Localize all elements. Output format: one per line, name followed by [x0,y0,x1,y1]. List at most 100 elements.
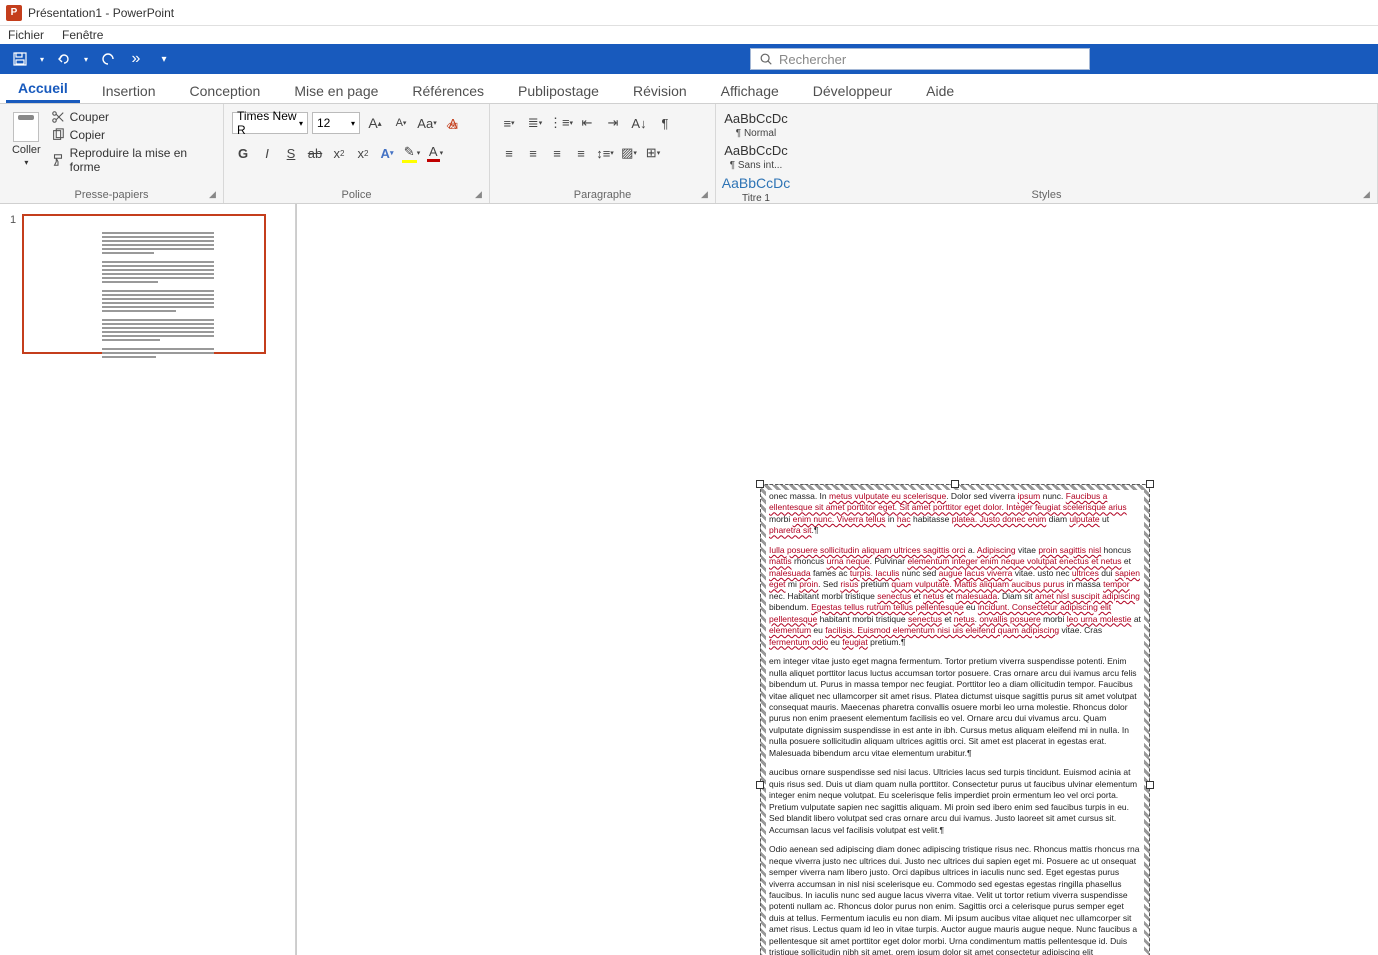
align-left-icon[interactable]: ≡ [498,142,520,164]
tab-references[interactable]: Références [400,77,496,103]
style-sansint[interactable]: AaBbCcDc¶ Sans int... [724,142,788,172]
align-right-icon[interactable]: ≡ [546,142,568,164]
slide-thumbnail-1[interactable]: 1 [10,214,285,354]
tab-publipostage[interactable]: Publipostage [506,77,611,103]
italic-button[interactable]: I [256,142,278,164]
quick-access-toolbar: ▾ ▾ » ▾ Rechercher [0,44,1378,74]
app-icon: P [6,5,22,21]
change-case-icon[interactable]: Aa▾ [416,112,438,134]
group-styles: AaBbCcDc¶ NormalAaBbCcDc¶ Sans int...AaB… [716,104,1378,203]
search-icon [759,52,773,66]
paragraph-1: onec massa. In metus vulputate eu sceler… [769,491,1141,537]
tab-miseenpage[interactable]: Mise en page [282,77,390,103]
borders-icon[interactable]: ⊞▾ [642,142,664,164]
workspace: 1 onec massa. In metus vulputate eu scel… [0,204,1378,955]
shading-icon[interactable]: ▨▾ [618,142,640,164]
thumbnail-panel: 1 [0,204,296,955]
tab-developpeur[interactable]: Développeur [801,77,904,103]
menu-file[interactable]: Fichier [8,28,44,42]
resize-handle-icon[interactable] [1146,781,1154,789]
paragraph-5: Odio aenean sed adipiscing diam donec ad… [769,844,1141,955]
clipboard-icon [13,112,39,142]
customize-qat-icon[interactable]: ▾ [152,47,176,71]
title-bar: P Présentation1 - PowerPoint [0,0,1378,26]
tab-affichage[interactable]: Affichage [709,77,791,103]
tab-aide[interactable]: Aide [914,77,966,103]
decrease-font-icon[interactable]: A▾ [390,112,412,134]
chevron-down-icon: ▾ [299,119,303,128]
group-label-font: Police [224,189,489,201]
group-paragraph: ≡▾ ≣▾ ⋮≡▾ ⇤ ⇥ A↓ ¶ ≡ ≡ ≡ ≡ ↕≡▾ ▨▾ ⊞▾ Par… [490,104,716,203]
slide-area[interactable]: onec massa. In metus vulputate eu sceler… [296,204,1378,955]
style-normal[interactable]: AaBbCcDc¶ Normal [724,110,788,140]
resize-handle-icon[interactable] [1146,480,1154,488]
strikethrough-button[interactable]: ab [304,142,326,164]
group-label-paragraph: Paragraphe [490,189,715,201]
multilevel-icon[interactable]: ⋮≡▾ [550,112,572,134]
highlight-icon[interactable]: ✎▾ [400,142,422,164]
font-name-combo[interactable]: Times New R▾ [232,112,308,134]
align-justify-icon[interactable]: ≡ [570,142,592,164]
font-color-icon[interactable]: A▾ [424,142,446,164]
group-label-styles: Styles [716,189,1377,201]
paragraph-launcher-icon[interactable]: ◢ [701,189,711,199]
save-icon[interactable] [8,47,32,71]
sort-icon[interactable]: A↓ [628,112,650,134]
group-clipboard: Coller ▾ Couper Copier Reproduire la mis… [0,104,224,203]
paragraph-3: em integer vitae justo eget magna fermen… [769,656,1141,759]
bold-button[interactable]: G [232,142,254,164]
tab-insertion[interactable]: Insertion [90,77,168,103]
clear-formatting-icon[interactable]: A⌫ [442,112,464,134]
cut-button[interactable]: Couper [51,110,215,124]
text-content[interactable]: onec massa. In metus vulputate eu sceler… [766,490,1144,955]
text-box[interactable]: onec massa. In metus vulputate eu sceler… [760,484,1150,955]
bullets-icon[interactable]: ≡▾ [498,112,520,134]
resize-handle-icon[interactable] [951,480,959,488]
subscript-button[interactable]: x2 [328,142,350,164]
tab-conception[interactable]: Conception [178,77,273,103]
slide-number: 1 [10,214,16,226]
copy-button[interactable]: Copier [51,128,215,142]
superscript-button[interactable]: x2 [352,142,374,164]
window-title: Présentation1 - PowerPoint [28,6,174,20]
undo-icon[interactable] [52,47,76,71]
styles-launcher-icon[interactable]: ◢ [1363,189,1373,199]
slide-thumb [22,214,266,354]
decrease-indent-icon[interactable]: ⇤ [576,112,598,134]
numbering-icon[interactable]: ≣▾ [524,112,546,134]
font-launcher-icon[interactable]: ◢ [475,189,485,199]
resize-handle-icon[interactable] [756,480,764,488]
clipboard-small-buttons: Couper Copier Reproduire la mise en form… [51,108,215,185]
copy-icon [51,128,65,142]
paragraph-2: Iulla posuere sollicitudin aliquam ultri… [769,545,1141,648]
font-size-combo[interactable]: 12▾ [312,112,360,134]
increase-font-icon[interactable]: A▴ [364,112,386,134]
align-center-icon[interactable]: ≡ [522,142,544,164]
tab-revision[interactable]: Révision [621,77,699,103]
tab-accueil[interactable]: Accueil [6,74,80,103]
paste-button[interactable]: Coller ▾ [8,108,45,185]
increase-indent-icon[interactable]: ⇥ [602,112,624,134]
dropdown-icon[interactable]: ▾ [80,47,92,71]
show-marks-icon[interactable]: ¶ [654,112,676,134]
search-placeholder: Rechercher [779,52,846,67]
underline-button[interactable]: S [280,142,302,164]
format-painter-button[interactable]: Reproduire la mise en forme [51,146,215,174]
paintbrush-icon [51,153,65,167]
line-spacing-icon[interactable]: ↕≡▾ [594,142,616,164]
clipboard-launcher-icon[interactable]: ◢ [209,189,219,199]
redo-icon[interactable] [96,47,120,71]
chevron-down-icon: ▾ [351,119,355,128]
text-effects-icon[interactable]: A▾ [376,142,398,164]
group-font: Times New R▾ 12▾ A▴ A▾ Aa▾ A⌫ G I S ab x… [224,104,490,203]
paste-label: Coller [12,144,41,156]
scissors-icon [51,110,65,124]
dropdown-icon[interactable]: ▾ [36,47,48,71]
resize-handle-icon[interactable] [756,781,764,789]
forward-icon[interactable]: » [124,47,148,71]
paragraph-4: aucibus ornare suspendisse sed nisi lacu… [769,767,1141,836]
menu-window[interactable]: Fenêtre [62,28,103,42]
search-box[interactable]: Rechercher [750,48,1090,70]
menu-bar: Fichier Fenêtre [0,26,1378,44]
slide-canvas: onec massa. In metus vulputate eu sceler… [296,204,1378,955]
